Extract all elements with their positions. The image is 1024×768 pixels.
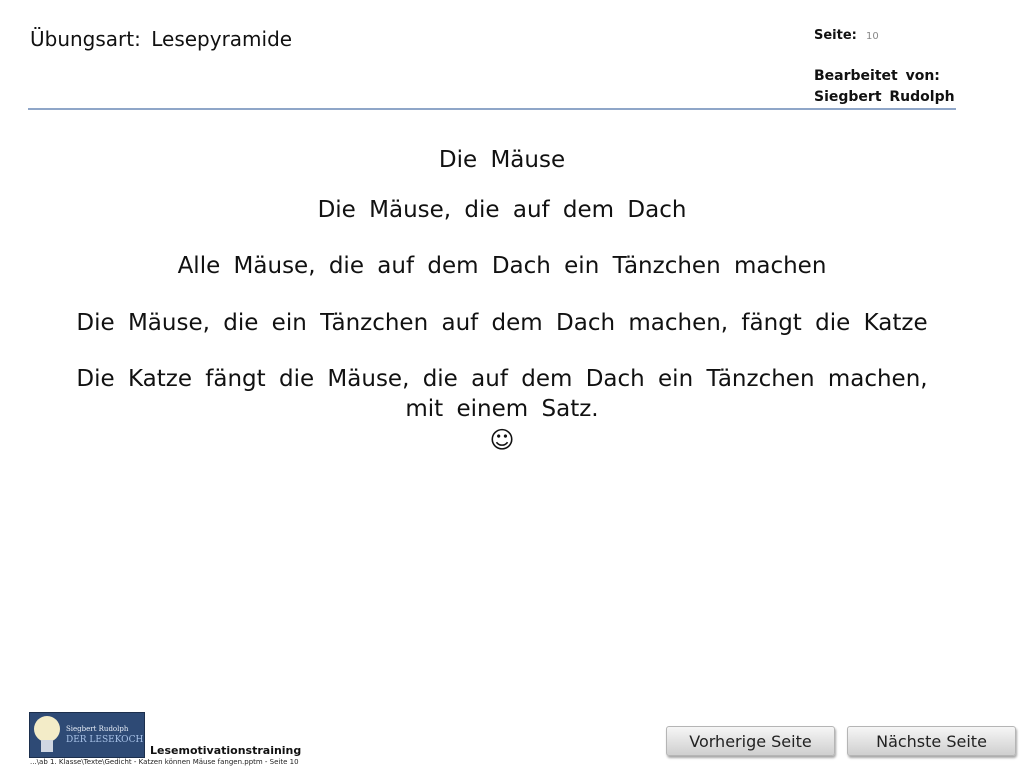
lightbulb-icon [34, 716, 60, 742]
edited-by-label: Bearbeitet von: [814, 68, 940, 84]
exercise-type-title: Übungsart: Lesepyramide [30, 27, 293, 51]
pyramid-line-5-part-1: Die Katze fängt die Mäuse, die auf dem D… [76, 366, 928, 392]
lesekoch-logo: Siegbert Rudolph DER LESEKOCH [29, 712, 145, 758]
header-divider [28, 108, 956, 110]
pyramid-line-2: Die Mäuse, die auf dem Dach [317, 197, 687, 223]
previous-page-button[interactable]: Vorherige Seite [666, 726, 835, 756]
next-page-button[interactable]: Nächste Seite [847, 726, 1016, 756]
logo-author-text: Siegbert Rudolph [66, 725, 129, 733]
footer-label: Lesemotivationstraining [150, 744, 302, 757]
footer-file-path: ...\ab 1. Klasse\Texte\Gedicht - Katzen … [30, 758, 299, 766]
pyramid-line-1: Die Mäuse [438, 147, 566, 173]
pyramid-line-5-part-2: mit einem Satz. [405, 396, 599, 422]
editor-block: Bearbeitet von: Siegbert Rudolph [814, 66, 955, 108]
pyramid-line-4: Die Mäuse, die ein Tänzchen auf dem Dach… [76, 310, 928, 336]
slide-page: Übungsart: Lesepyramide Seite: 10 Bearbe… [0, 0, 1024, 768]
page-label: Seite: [814, 28, 857, 43]
lightbulb-base-icon [41, 740, 53, 752]
author-name: Siegbert Rudolph [814, 89, 955, 105]
logo-brand-text: DER LESEKOCH [66, 735, 144, 745]
page-number: 10 [866, 31, 879, 42]
pyramid-line-3: Alle Mäuse, die auf dem Dach ein Tänzche… [177, 253, 827, 279]
smiley-icon: ☺ [489, 426, 515, 454]
